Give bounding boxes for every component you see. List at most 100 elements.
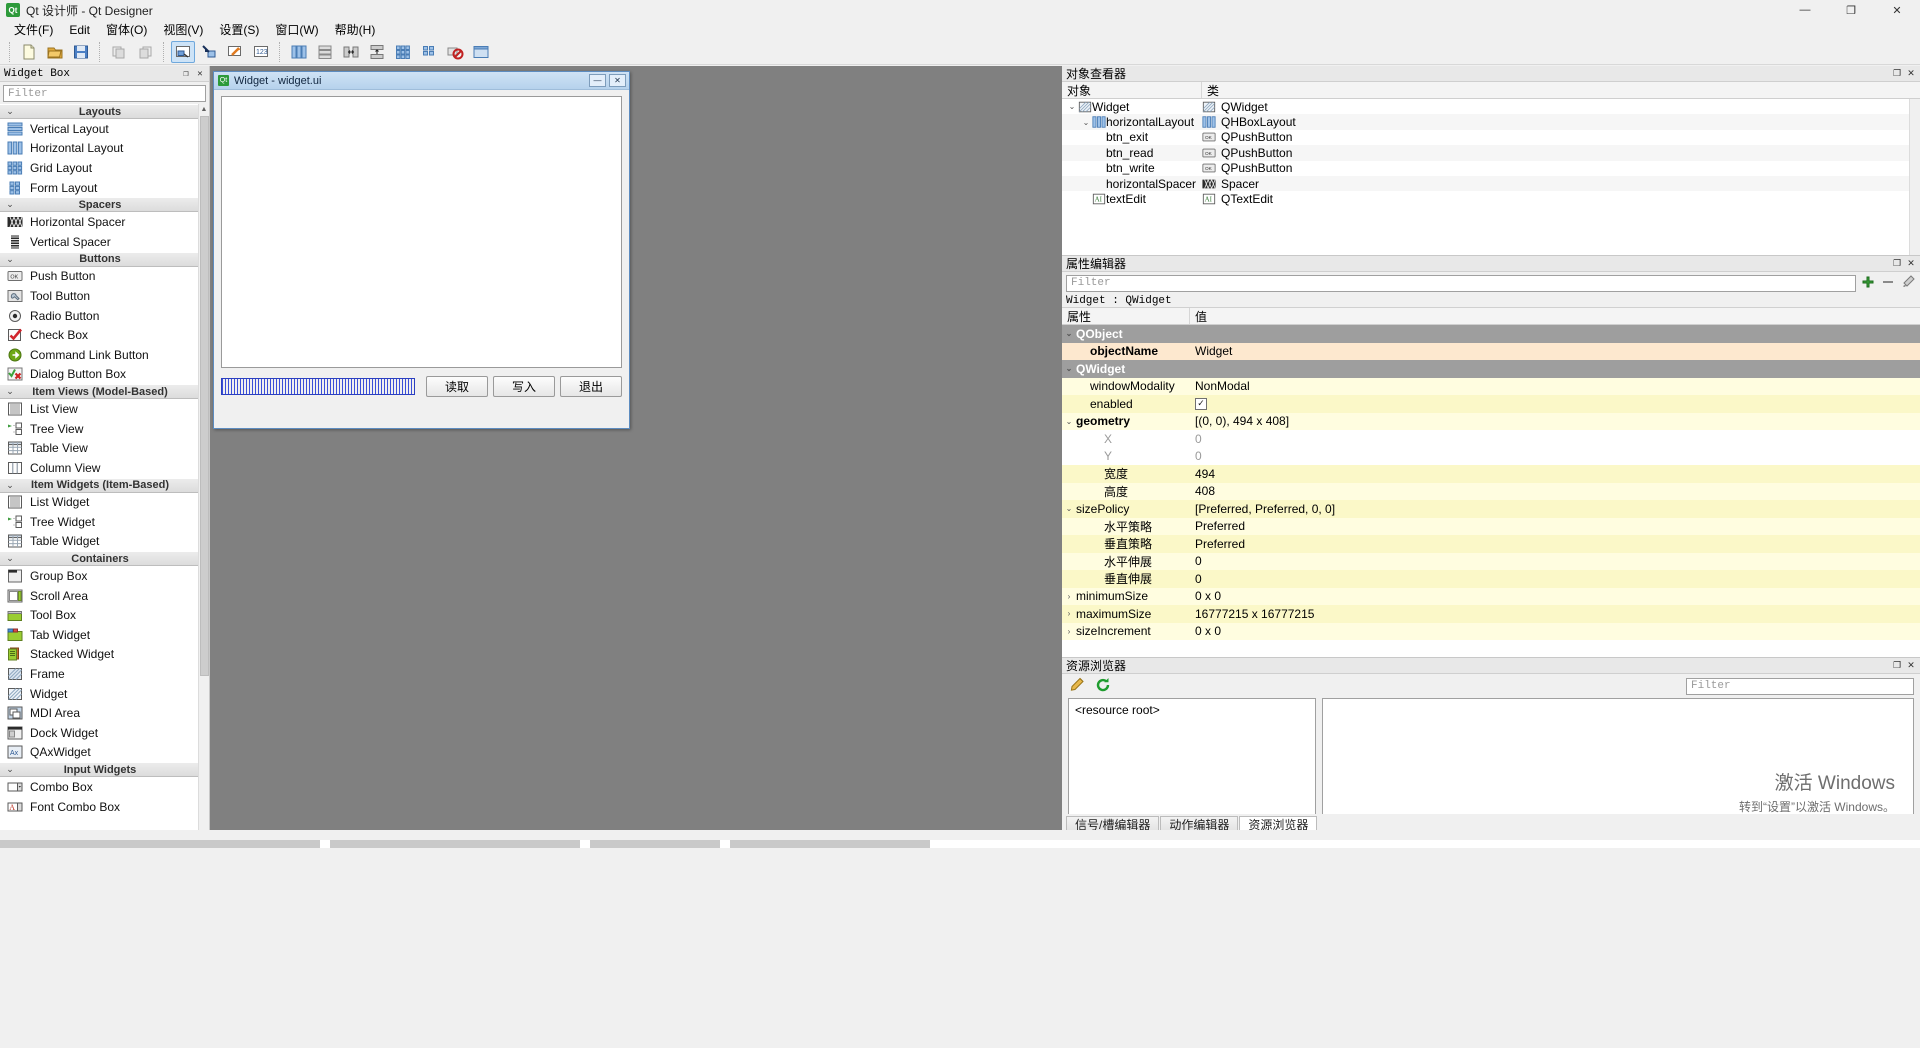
widget-box-item[interactable]: Vertical Spacer [0, 231, 198, 252]
chevron-down-icon[interactable]: ⌄ [1066, 102, 1078, 111]
close-button[interactable]: ✕ [1874, 0, 1920, 20]
widget-box-item[interactable]: Grid Layout [0, 158, 198, 178]
maximize-button[interactable]: ❐ [1828, 0, 1874, 20]
menu-file[interactable]: 文件(F) [6, 19, 61, 40]
widget-box-item[interactable]: OK Push Button [0, 266, 198, 287]
chevron-right-icon[interactable]: › [1062, 609, 1076, 618]
widget-box-item[interactable]: Tab Widget [0, 625, 198, 645]
break-layout-icon[interactable] [443, 41, 467, 63]
chevron-down-icon[interactable]: ⌄ [1062, 504, 1076, 513]
edit-buddies-icon[interactable] [223, 41, 247, 63]
resource-tree[interactable]: <resource root> [1068, 698, 1316, 826]
chevron-down-icon[interactable]: ⌄ [1062, 417, 1076, 426]
property-row[interactable]: objectName Widget [1062, 342, 1920, 360]
property-row[interactable]: ⌄ geometry [(0, 0), 494 x 408] [1062, 412, 1920, 430]
object-inspector-scrollbar[interactable] [1909, 99, 1920, 255]
property-row[interactable]: 高度 408 [1062, 482, 1920, 500]
widget-group-spacers[interactable]: ⌄ Spacers [0, 197, 198, 213]
property-editor-float-button[interactable]: ❐ [1891, 258, 1903, 270]
layout-splitter-h-icon[interactable] [339, 41, 363, 63]
property-row[interactable]: enabled ✓ [1062, 395, 1920, 413]
widget-box-item[interactable]: Horizontal Layout [0, 138, 198, 159]
widget-box-item[interactable]: Table Widget [0, 531, 198, 552]
widget-group-input-widgets[interactable]: ⌄ Input Widgets [0, 762, 198, 778]
property-editor-close-button[interactable]: ✕ [1905, 258, 1917, 270]
redo-icon[interactable] [133, 41, 157, 63]
widget-box-item[interactable]: Group Box [0, 566, 198, 586]
widget-box-item[interactable]: A Font Combo Box [0, 796, 198, 817]
widget-box-item[interactable]: Tool Box [0, 605, 198, 626]
widget-group-buttons[interactable]: ⌄ Buttons [0, 251, 198, 267]
widget-box-item[interactable]: Tree Widget [0, 512, 198, 532]
edit-tab-order-icon[interactable]: 123 [249, 41, 273, 63]
widget-box-item[interactable]: Scroll Area [0, 585, 198, 606]
property-row[interactable]: windowModality NonModal [1062, 377, 1920, 395]
widget-box-item[interactable]: Combo Box [0, 777, 198, 797]
reload-icon[interactable] [1094, 676, 1112, 697]
menu-help[interactable]: 帮助(H) [327, 19, 384, 40]
object-inspector-close-button[interactable]: ✕ [1905, 68, 1917, 80]
widget-group-item-views[interactable]: ⌄ Item Views (Model-Based) [0, 384, 198, 400]
object-inspector-row[interactable]: btn_write OK QPushButton [1062, 161, 1920, 176]
widget-box-item[interactable]: Tool Button [0, 286, 198, 306]
widget-box-item[interactable]: Ax QAxWidget [0, 742, 198, 763]
widget-box-item[interactable]: List Widget [0, 492, 198, 513]
property-row[interactable]: › minimumSize 0 x 0 [1062, 587, 1920, 605]
form-btn-read[interactable]: 读取 [426, 376, 488, 397]
form-btn-exit[interactable]: 退出 [560, 376, 622, 397]
widget-box-item[interactable]: Frame [0, 664, 198, 684]
menu-window[interactable]: 窗口(W) [267, 19, 326, 40]
menu-view[interactable]: 视图(V) [155, 19, 211, 40]
property-row[interactable]: X0 [1062, 430, 1920, 448]
pencil-icon[interactable] [1068, 676, 1086, 697]
property-row[interactable]: Y0 [1062, 448, 1920, 466]
column-header-object[interactable]: 对象 [1062, 82, 1202, 98]
column-header-class[interactable]: 类 [1202, 82, 1920, 98]
widget-box-item[interactable]: Vertical Layout [0, 119, 198, 139]
chevron-right-icon[interactable]: › [1062, 592, 1076, 601]
remove-property-icon[interactable] [1880, 274, 1896, 293]
widget-box-scrollbar[interactable]: ▲ [198, 104, 209, 830]
layout-form-icon[interactable] [417, 41, 441, 63]
widget-box-item[interactable]: List View [0, 399, 198, 419]
object-inspector-row[interactable]: btn_exit OK QPushButton [1062, 130, 1920, 145]
open-form-icon[interactable] [43, 41, 67, 63]
menu-form[interactable]: 窗体(O) [98, 19, 155, 40]
object-inspector-row[interactable]: horizontalSpacer Spacer [1062, 175, 1920, 192]
widget-box-item[interactable]: Radio Button [0, 305, 198, 326]
form-text-edit[interactable] [221, 96, 622, 368]
checkbox-checked-icon[interactable]: ✓ [1195, 397, 1207, 410]
column-header-value[interactable]: 值 [1190, 308, 1920, 324]
configure-property-icon[interactable] [1900, 274, 1916, 293]
property-row[interactable]: › maximumSize 16777215 x 16777215 [1062, 605, 1920, 623]
save-form-icon[interactable] [69, 41, 93, 63]
chevron-down-icon[interactable]: ⌄ [1062, 364, 1076, 373]
edit-widgets-icon[interactable] [171, 40, 195, 63]
property-row[interactable]: › sizeIncrement 0 x 0 [1062, 622, 1920, 640]
widget-box-item[interactable]: Widget [0, 683, 198, 704]
widget-box-item[interactable]: MDI Area [0, 703, 198, 724]
layout-grid-icon[interactable] [391, 41, 415, 63]
object-inspector-row[interactable]: AI textEdit AI QTextEdit [1062, 191, 1920, 206]
property-row[interactable]: ⌄ QObject [1062, 325, 1920, 343]
property-filter-input[interactable]: Filter [1066, 274, 1856, 292]
widget-box-item[interactable]: Stacked Widget [0, 644, 198, 665]
widget-box-close-button[interactable]: ✕ [194, 68, 206, 80]
layout-vertical-icon[interactable] [313, 41, 337, 63]
form-btn-write[interactable]: 写入 [493, 376, 555, 397]
property-row[interactable]: 垂直伸展 0 [1062, 570, 1920, 588]
form-close-button[interactable]: ✕ [609, 74, 626, 87]
widget-box-item[interactable]: Dock Widget [0, 723, 198, 743]
widget-box-filter-input[interactable]: Filter [3, 85, 206, 102]
widget-group-item-widgets[interactable]: ⌄ Item Widgets (Item-Based) [0, 477, 198, 493]
property-row[interactable]: 宽度 494 [1062, 465, 1920, 483]
property-row[interactable]: 垂直策略 Preferred [1062, 535, 1920, 553]
chevron-down-icon[interactable]: ⌄ [1062, 329, 1076, 338]
widget-box-item[interactable]: Column View [0, 457, 198, 478]
form-minimize-button[interactable]: — [589, 74, 606, 87]
widget-box-item[interactable]: Tree View [0, 418, 198, 439]
menu-settings[interactable]: 设置(S) [211, 19, 267, 40]
property-row[interactable]: 水平伸展 0 [1062, 552, 1920, 570]
minimize-button[interactable]: — [1782, 0, 1828, 20]
widget-box-item[interactable]: Form Layout [0, 177, 198, 198]
